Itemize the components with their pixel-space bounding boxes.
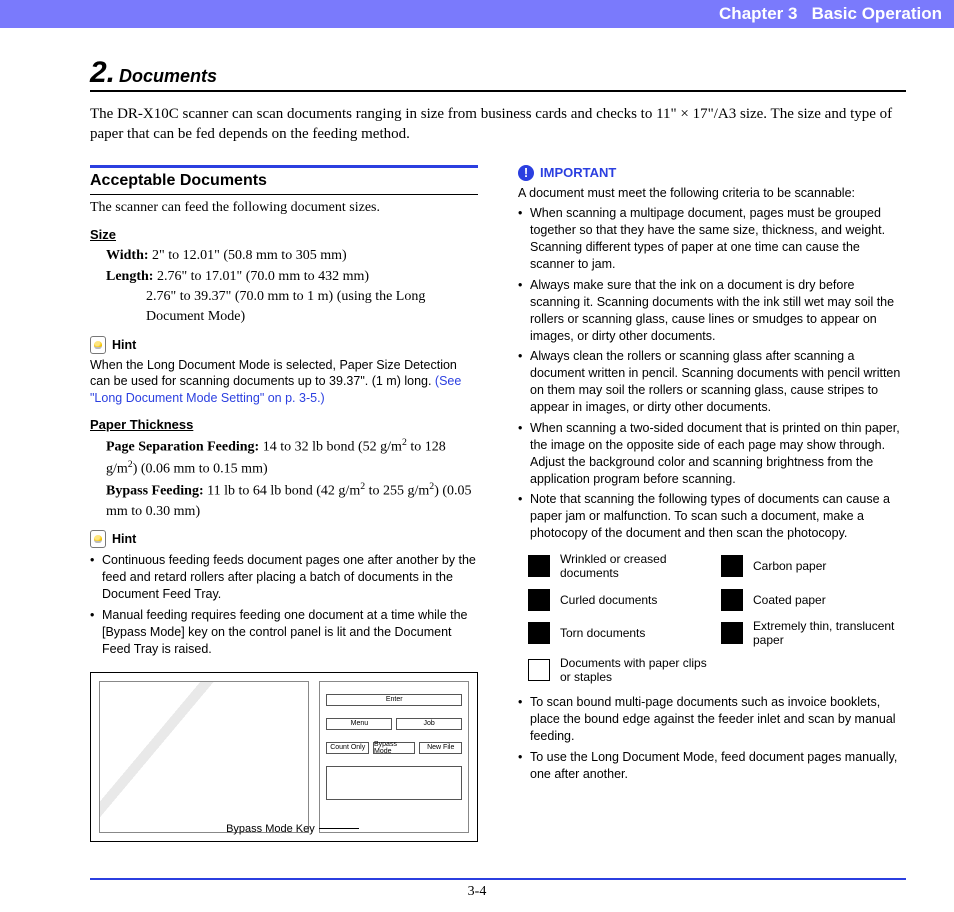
- section-number: 2.: [90, 56, 115, 89]
- carbon-icon: [721, 555, 743, 577]
- panel-count: Count Only: [326, 742, 369, 754]
- panel-enter: Enter: [326, 694, 462, 706]
- panel-screen: [326, 766, 462, 800]
- important-icon: !: [518, 165, 534, 181]
- hint-label: Hint: [112, 532, 136, 546]
- hint-2-header: Hint: [90, 530, 478, 548]
- coated-label: Coated paper: [753, 593, 906, 607]
- important-bullet-6: To scan bound multi-page documents such …: [518, 694, 906, 745]
- page-number: 3-4: [0, 884, 954, 912]
- left-column: Acceptable Documents The scanner can fee…: [90, 165, 478, 842]
- important-bullets: When scanning a multipage document, page…: [518, 205, 906, 542]
- footer-rule: [90, 878, 906, 880]
- hint-2-bullets: Continuous feeding feeds document pages …: [90, 552, 478, 657]
- problem-doctype-grid: Wrinkled or creased documents Carbon pap…: [528, 552, 906, 684]
- panel-menu: Menu: [326, 718, 392, 730]
- length-spec: Length: 2.76" to 17.01" (70.0 mm to 432 …: [106, 267, 478, 287]
- important-bullet-5: Note that scanning the following types o…: [518, 491, 906, 542]
- important-intro: A document must meet the following crite…: [518, 185, 906, 202]
- thin-icon: [721, 622, 743, 644]
- wrinkled-icon: [528, 555, 550, 577]
- hint-label: Hint: [112, 338, 136, 352]
- thin-label: Extremely thin, translucent paper: [753, 619, 906, 648]
- width-value: 2" to 12.01" (50.8 mm to 305 mm): [152, 248, 347, 263]
- torn-icon: [528, 622, 550, 644]
- right-column: ! IMPORTANT A document must meet the fol…: [518, 165, 906, 842]
- bypass-mode-key-label: Bypass Mode Key: [226, 823, 359, 835]
- panel-newfile: New File: [419, 742, 462, 754]
- important-bullet-3: Always clean the rollers or scanning gla…: [518, 348, 906, 416]
- hint-2-bullet-2: Manual feeding requires feeding one docu…: [90, 607, 478, 658]
- bypass-diagram: Enter Menu Job Count Only Bypass Mode Ne…: [90, 672, 478, 842]
- important-bullet-7: To use the Long Document Mode, feed docu…: [518, 749, 906, 783]
- torn-label: Torn documents: [560, 626, 713, 640]
- coated-icon: [721, 589, 743, 611]
- important-bullet-2: Always make sure that the ink on a docum…: [518, 277, 906, 345]
- page-separation-spec: Page Separation Feeding: 14 to 32 lb bon…: [106, 436, 478, 480]
- panel-job: Job: [396, 718, 462, 730]
- bypass-label: Bypass Feeding:: [106, 484, 204, 499]
- scanner-illustration: [99, 681, 309, 833]
- hint-1-header: Hint: [90, 336, 478, 354]
- chapter-title: Basic Operation: [812, 4, 942, 23]
- psf-label: Page Separation Feeding:: [106, 440, 259, 455]
- important-label: IMPORTANT: [540, 165, 616, 180]
- width-spec: Width: 2" to 12.01" (50.8 mm to 305 mm): [106, 246, 478, 266]
- lightbulb-icon: [90, 530, 106, 548]
- wrinkled-label: Wrinkled or creased documents: [560, 552, 713, 581]
- page-body: 2. Documents The DR-X10C scanner can sca…: [0, 28, 954, 852]
- lightbulb-icon: [90, 336, 106, 354]
- intro-paragraph: The DR-X10C scanner can scan documents r…: [90, 104, 906, 145]
- hint-1-text: When the Long Document Mode is selected,…: [90, 357, 478, 408]
- carbon-label: Carbon paper: [753, 559, 906, 573]
- clips-label: Documents with paper clips or staples: [560, 656, 713, 685]
- section-title: 2. Documents: [90, 56, 906, 92]
- curled-icon: [528, 589, 550, 611]
- panel-bypass: Bypass Mode: [373, 742, 416, 754]
- important-header: ! IMPORTANT: [518, 165, 906, 181]
- heading-rule: [90, 165, 478, 168]
- acceptable-documents-para: The scanner can feed the following docum…: [90, 199, 478, 218]
- paper-thickness-heading: Paper Thickness: [90, 417, 478, 432]
- control-panel-illustration: Enter Menu Job Count Only Bypass Mode Ne…: [319, 681, 469, 833]
- width-label: Width:: [106, 248, 149, 263]
- bypass-spec: Bypass Feeding: 11 lb to 64 lb bond (42 …: [106, 480, 478, 522]
- important-bullet-4: When scanning a two-sided document that …: [518, 420, 906, 488]
- page-header: Chapter 3 Basic Operation: [0, 0, 954, 28]
- important-bullet-1: When scanning a multipage document, page…: [518, 205, 906, 273]
- chapter-label: Chapter 3: [719, 4, 797, 23]
- important-bullets-2: To scan bound multi-page documents such …: [518, 694, 906, 782]
- acceptable-documents-heading: Acceptable Documents: [90, 172, 478, 195]
- clips-icon: [528, 659, 550, 681]
- length-continuation: 2.76" to 39.37" (70.0 mm to 1 m) (using …: [146, 287, 478, 328]
- size-heading: Size: [90, 227, 478, 242]
- length-value: 2.76" to 17.01" (70.0 mm to 432 mm): [157, 269, 369, 284]
- curled-label: Curled documents: [560, 593, 713, 607]
- section-label: Documents: [119, 66, 217, 86]
- length-label: Length:: [106, 269, 153, 284]
- hint-2-bullet-1: Continuous feeding feeds document pages …: [90, 552, 478, 603]
